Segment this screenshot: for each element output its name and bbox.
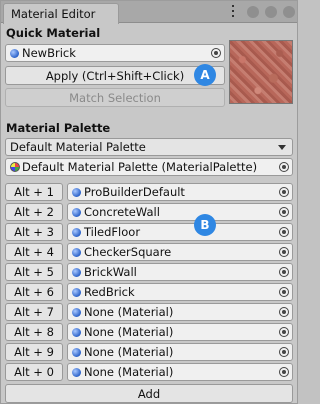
- shortcut-button[interactable]: Alt + 4: [5, 243, 63, 261]
- object-picker-icon[interactable]: [279, 207, 289, 217]
- material-icon: [72, 248, 81, 257]
- material-icon: [72, 308, 81, 317]
- object-picker-icon[interactable]: [279, 327, 289, 337]
- material-slot-field[interactable]: RedBrick: [67, 283, 293, 301]
- shortcut-button[interactable]: Alt + 5: [5, 263, 63, 281]
- material-palette-heading: Material Palette: [6, 121, 111, 135]
- object-picker-icon[interactable]: [279, 227, 289, 237]
- material-slot-name: ProBuilderDefault: [84, 185, 185, 199]
- material-slot-row: Alt + 3 TiledFloor: [5, 223, 293, 241]
- material-slot-row: Alt + 2 ConcreteWall: [5, 203, 293, 221]
- material-slot-row: Alt + 0 None (Material): [5, 363, 293, 381]
- material-slot-name: None (Material): [84, 345, 174, 359]
- object-picker-icon[interactable]: [279, 162, 289, 172]
- quick-material-heading: Quick Material: [6, 26, 101, 40]
- material-slot-field[interactable]: CheckerSquare: [67, 243, 293, 261]
- material-slot-name: RedBrick: [84, 285, 135, 299]
- material-slot-field[interactable]: TiledFloor: [67, 223, 293, 241]
- material-slot-row: Alt + 7 None (Material): [5, 303, 293, 321]
- material-icon: [72, 348, 81, 357]
- material-slot-row: Alt + 9 None (Material): [5, 343, 293, 361]
- material-slot-name: BrickWall: [84, 265, 137, 279]
- shortcut-button[interactable]: Alt + 3: [5, 223, 63, 241]
- shortcut-button[interactable]: Alt + 2: [5, 203, 63, 221]
- object-picker-icon[interactable]: [279, 347, 289, 357]
- chevron-down-icon: [278, 145, 286, 150]
- material-slot-name: None (Material): [84, 305, 174, 319]
- maximize-button[interactable]: [265, 6, 277, 18]
- material-editor-window: Material Editor Quick Material NewBrick …: [0, 0, 298, 404]
- shortcut-button[interactable]: Alt + 8: [5, 323, 63, 341]
- quick-material-name: NewBrick: [22, 46, 76, 60]
- tab-material-editor[interactable]: Material Editor: [3, 3, 119, 24]
- palette-dropdown-value: Default Material Palette: [10, 140, 146, 154]
- object-picker-icon[interactable]: [279, 307, 289, 317]
- material-icon: [72, 228, 81, 237]
- palette-asset-name: Default Material Palette (MaterialPalett…: [22, 160, 258, 174]
- material-icon: [72, 268, 81, 277]
- shortcut-button[interactable]: Alt + 1: [5, 183, 63, 201]
- callout-a: A: [194, 64, 216, 86]
- material-slot-name: ConcreteWall: [84, 205, 160, 219]
- material-icon: [72, 208, 81, 217]
- object-picker-icon[interactable]: [279, 187, 289, 197]
- material-icon: [10, 49, 19, 58]
- close-button[interactable]: [283, 6, 295, 18]
- apply-button[interactable]: Apply (Ctrl+Shift+Click): [5, 66, 225, 85]
- shortcut-button[interactable]: Alt + 9: [5, 343, 63, 361]
- shortcut-button[interactable]: Alt + 7: [5, 303, 63, 321]
- object-picker-icon[interactable]: [211, 48, 221, 58]
- material-slot-name: None (Material): [84, 325, 174, 339]
- material-slot-row: Alt + 4 CheckerSquare: [5, 243, 293, 261]
- material-icon: [72, 288, 81, 297]
- material-slot-field[interactable]: None (Material): [67, 343, 293, 361]
- match-selection-button[interactable]: Match Selection: [5, 88, 225, 107]
- material-icon: [72, 328, 81, 337]
- palette-asset-field[interactable]: Default Material Palette (MaterialPalett…: [5, 158, 293, 176]
- palette-dropdown[interactable]: Default Material Palette: [5, 138, 293, 156]
- shortcut-button[interactable]: Alt + 6: [5, 283, 63, 301]
- material-preview-thumbnail: [229, 40, 293, 104]
- material-slot-row: Alt + 5 BrickWall: [5, 263, 293, 281]
- material-icon: [72, 188, 81, 197]
- material-slot-field[interactable]: None (Material): [67, 323, 293, 341]
- material-slot-row: Alt + 8 None (Material): [5, 323, 293, 341]
- quick-material-field[interactable]: NewBrick: [5, 44, 225, 62]
- material-slot-field[interactable]: BrickWall: [67, 263, 293, 281]
- object-picker-icon[interactable]: [279, 247, 289, 257]
- material-icon: [72, 368, 81, 377]
- material-slot-name: TiledFloor: [84, 225, 141, 239]
- material-slot-name: None (Material): [84, 365, 174, 379]
- material-slot-name: CheckerSquare: [84, 245, 172, 259]
- object-picker-icon[interactable]: [279, 287, 289, 297]
- material-slot-field[interactable]: ConcreteWall: [67, 203, 293, 221]
- palette-asset-icon: [10, 162, 20, 172]
- material-slot-field[interactable]: ProBuilderDefault: [67, 183, 293, 201]
- material-slot-field[interactable]: None (Material): [67, 363, 293, 381]
- material-slot-row: Alt + 6 RedBrick: [5, 283, 293, 301]
- add-button[interactable]: Add: [5, 384, 293, 403]
- callout-b: B: [194, 214, 216, 236]
- object-picker-icon[interactable]: [279, 267, 289, 277]
- more-options-icon[interactable]: [231, 5, 235, 19]
- object-picker-icon[interactable]: [279, 367, 289, 377]
- title-bar: Material Editor: [1, 1, 297, 24]
- material-slot-row: Alt + 1 ProBuilderDefault: [5, 183, 293, 201]
- shortcut-button[interactable]: Alt + 0: [5, 363, 63, 381]
- minimize-button[interactable]: [247, 6, 259, 18]
- material-slot-field[interactable]: None (Material): [67, 303, 293, 321]
